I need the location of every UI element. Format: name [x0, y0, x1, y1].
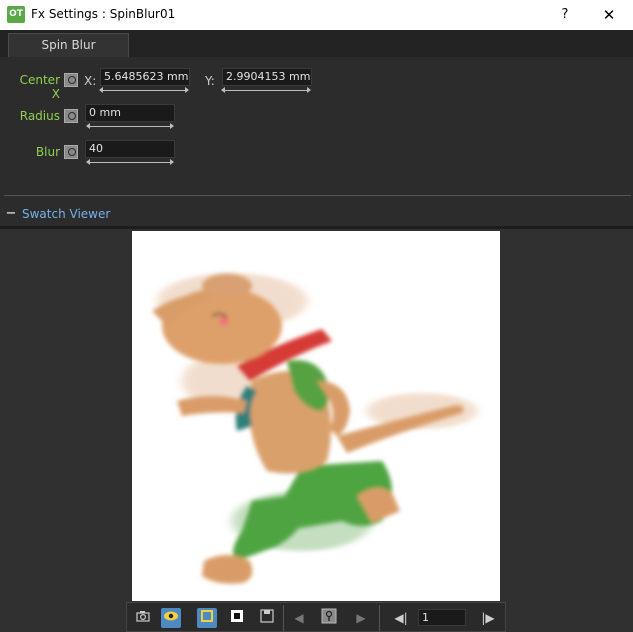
panel-divider — [4, 195, 631, 196]
white-bg-button[interactable] — [227, 608, 247, 628]
black-bg-button[interactable] — [257, 608, 277, 628]
collapse-button[interactable]: − — [5, 207, 17, 221]
y-axis-label: Y: — [205, 74, 215, 88]
app-logo-icon: OT — [7, 6, 25, 23]
blur-input[interactable]: 40 — [85, 140, 175, 158]
window-title: Fx Settings : SpinBlur01 — [31, 7, 176, 21]
center-label: Center X — [19, 73, 60, 101]
radius-slider[interactable] — [86, 122, 174, 129]
center-y-input[interactable]: 2.9904153 mm — [222, 68, 312, 86]
parameter-panel: Center X X: 5.6485623 mm Y: 2.9904153 mm… — [0, 57, 633, 195]
keyframe-icon[interactable] — [64, 73, 78, 87]
close-button[interactable]: ✕ — [596, 3, 622, 27]
key-icon — [321, 608, 337, 624]
center-x-input[interactable]: 5.6485623 mm — [100, 68, 190, 86]
toolbar-separator — [379, 605, 380, 631]
next-key-button[interactable]: ▶ — [351, 608, 371, 628]
x-axis-label: X: — [84, 74, 97, 88]
checkerboard-bg-button[interactable] — [197, 608, 217, 628]
swatch-preview-canvas[interactable] — [132, 231, 500, 601]
blur-slider[interactable] — [86, 158, 174, 165]
center-y-slider[interactable] — [221, 86, 311, 93]
keyframe-icon[interactable] — [64, 109, 78, 123]
keyframe-icon[interactable] — [64, 145, 78, 159]
swatch-viewer-title[interactable]: Swatch Viewer — [22, 207, 110, 221]
keyframe-toggle-button[interactable] — [319, 608, 339, 628]
white-square-icon — [231, 610, 243, 622]
blur-label: Blur — [35, 145, 60, 159]
tab-bar: Spin Blur — [0, 30, 633, 57]
swatch-viewer-header: − Swatch Viewer — [0, 204, 633, 226]
radius-input[interactable]: 0 mm — [85, 104, 175, 122]
viewer-toolbar: ◀ ▶ ◀| 1 |▶ — [126, 602, 506, 632]
square-icon — [201, 610, 213, 622]
toolbar-separator — [283, 605, 284, 631]
prev-key-button[interactable]: ◀ — [289, 608, 309, 628]
preview-toggle-button[interactable] — [161, 608, 181, 628]
first-frame-button[interactable]: ◀| — [389, 608, 413, 628]
eye-icon — [164, 611, 178, 621]
center-x-slider[interactable] — [99, 86, 189, 93]
tab-spin-blur[interactable]: Spin Blur — [8, 33, 129, 57]
character-preview-image — [152, 273, 477, 584]
save-icon — [260, 609, 274, 623]
title-bar: OT Fx Settings : SpinBlur01 ? ✕ — [0, 0, 633, 30]
last-frame-button[interactable]: |▶ — [476, 608, 500, 628]
help-button[interactable]: ? — [552, 3, 578, 27]
camera-icon[interactable] — [133, 608, 153, 628]
frame-number-input[interactable]: 1 — [418, 609, 466, 626]
radius-label: Radius — [19, 109, 60, 123]
